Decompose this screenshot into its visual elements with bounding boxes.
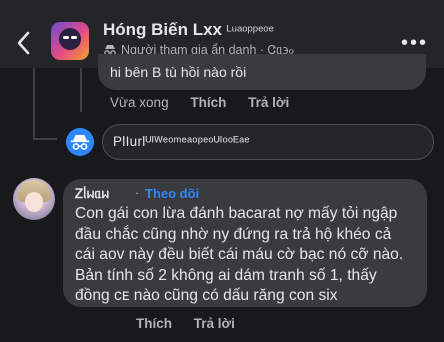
reply-timestamp: Vừa xong	[110, 95, 169, 110]
group-title-scribble: ᴸᵘᵃᵒᵖᵖᵉᵒᵉ	[226, 22, 274, 38]
thread-line	[33, 68, 35, 138]
reply-input-text: PlIurlᵁᴵᵂᵉᵒᵐᵉᵃᵒᵖᵉᵒᵁᴵᵒᵒᴱᵃᵉ	[113, 134, 250, 149]
previous-reply-bubble: hi bên B tù hồi nào rồi	[98, 54, 426, 90]
separator-dot: ·	[135, 185, 140, 200]
comment-line: đồng ᴄᴇ nào cũng có dấu răng con six	[75, 287, 338, 305]
comment-line: Bản tính số 2 không ai dám tranh số 1, t…	[75, 266, 377, 284]
group-title-text: Hóng Biến Lxx	[103, 20, 223, 39]
like-button[interactable]: Thích	[136, 316, 172, 331]
comment-text: Con gái con lừa đánh bacarat nợ mấy tỏi …	[75, 204, 425, 307]
chevron-left-icon[interactable]	[14, 30, 34, 56]
thread-line	[33, 138, 57, 140]
reply-button[interactable]: Trả lời	[248, 95, 289, 110]
group-title[interactable]: Hóng Biến Lxx ᴸᵘᵃᵒᵖᵖᵉᵒᵉ	[103, 20, 274, 40]
comment-author-name[interactable]: Ꮓᥣᥕᥲᥕ	[75, 186, 109, 202]
comment-actions: Thích Trả lời	[136, 316, 253, 331]
reply-button[interactable]: Trả lời	[194, 316, 235, 331]
more-horizontal-icon[interactable]: •••	[401, 33, 428, 53]
reply-input[interactable]: PlIurlᵁᴵᵂᵉᵒᵐᵉᵃᵒᵖᵉᵒᵁᴵᵒᵒᴱᵃᵉ	[102, 124, 434, 160]
group-avatar[interactable]	[51, 22, 89, 60]
comment-line: Con gái con lừa đánh bacarat nợ mấy tỏi …	[75, 205, 398, 222]
avatar-face	[25, 192, 43, 212]
comment-line: cái aov này đều biết cái máu cờ bạc nó c…	[75, 246, 404, 264]
like-button[interactable]: Thích	[190, 95, 226, 110]
anonymous-incognito-icon	[66, 128, 94, 156]
thread-line	[80, 68, 82, 112]
commenter-avatar[interactable]	[13, 178, 55, 220]
follow-button[interactable]: Theo dõi	[145, 186, 199, 201]
group-avatar-eye	[71, 36, 77, 39]
previous-reply-text: hi bên B tù hồi nào rồi	[110, 64, 247, 80]
group-avatar-face	[59, 28, 81, 50]
previous-reply-actions: Vừa xong Thích Trả lời	[110, 95, 307, 110]
comment-bubble: Ꮓᥣᥕᥲᥕ · Theo dõi Con gái con lừa đánh ba…	[63, 179, 427, 307]
incognito-icon	[71, 135, 89, 150]
group-avatar-eye	[63, 36, 69, 39]
comment-line: đầu chắc cũng nhờ ny đứng ra trả hộ khéo…	[75, 225, 392, 243]
